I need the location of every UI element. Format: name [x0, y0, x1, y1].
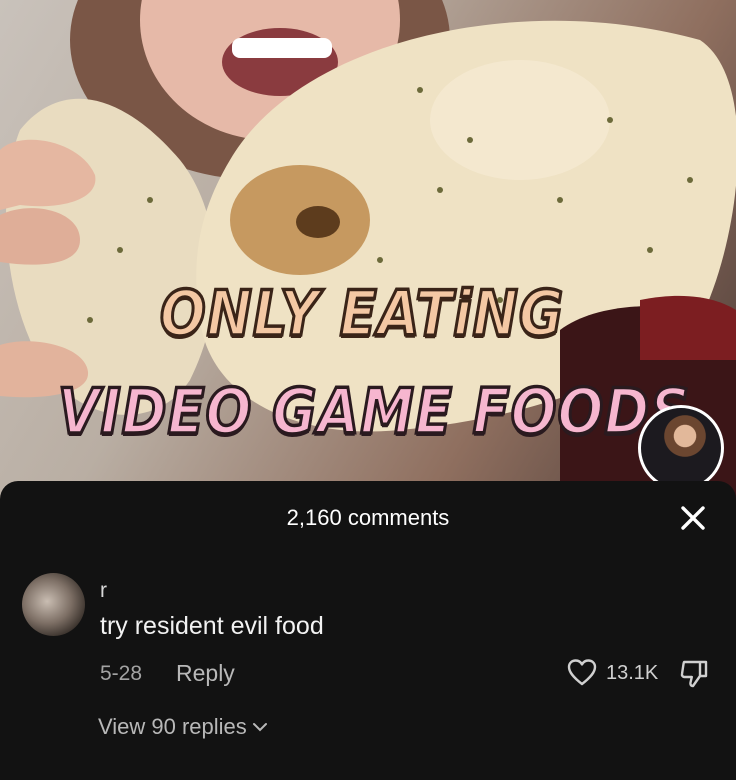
- video-overlay-title-line2: VIDEO GAME FOODS: [56, 374, 691, 450]
- thumbs-down-icon: [680, 660, 708, 688]
- view-replies-button[interactable]: View 90 replies: [98, 714, 269, 740]
- chevron-down-icon: [252, 723, 267, 732]
- comment-text: try resident evil food: [100, 612, 324, 640]
- view-replies-label: View 90 replies: [98, 714, 247, 739]
- like-button[interactable]: [566, 657, 598, 689]
- close-icon: [681, 506, 705, 530]
- like-count: 13.1K: [606, 662, 659, 684]
- commenter-avatar[interactable]: [22, 573, 85, 636]
- heart-icon: [567, 659, 597, 686]
- comments-sheet: 2,160 comments r try resident evil food …: [0, 481, 736, 780]
- video-overlay-title-line1: ONLY EATiNG: [158, 276, 565, 352]
- close-button[interactable]: [676, 501, 710, 535]
- comment-username[interactable]: r: [100, 579, 107, 603]
- comments-count-title: 2,160 comments: [286, 505, 450, 530]
- dislike-button[interactable]: [678, 657, 710, 689]
- video-preview[interactable]: ONLY EATiNG VIDEO GAME FOODS: [0, 0, 736, 500]
- reply-button[interactable]: Reply: [176, 660, 235, 687]
- creator-avatar[interactable]: [638, 405, 724, 491]
- comment-date: 5-28: [100, 662, 143, 685]
